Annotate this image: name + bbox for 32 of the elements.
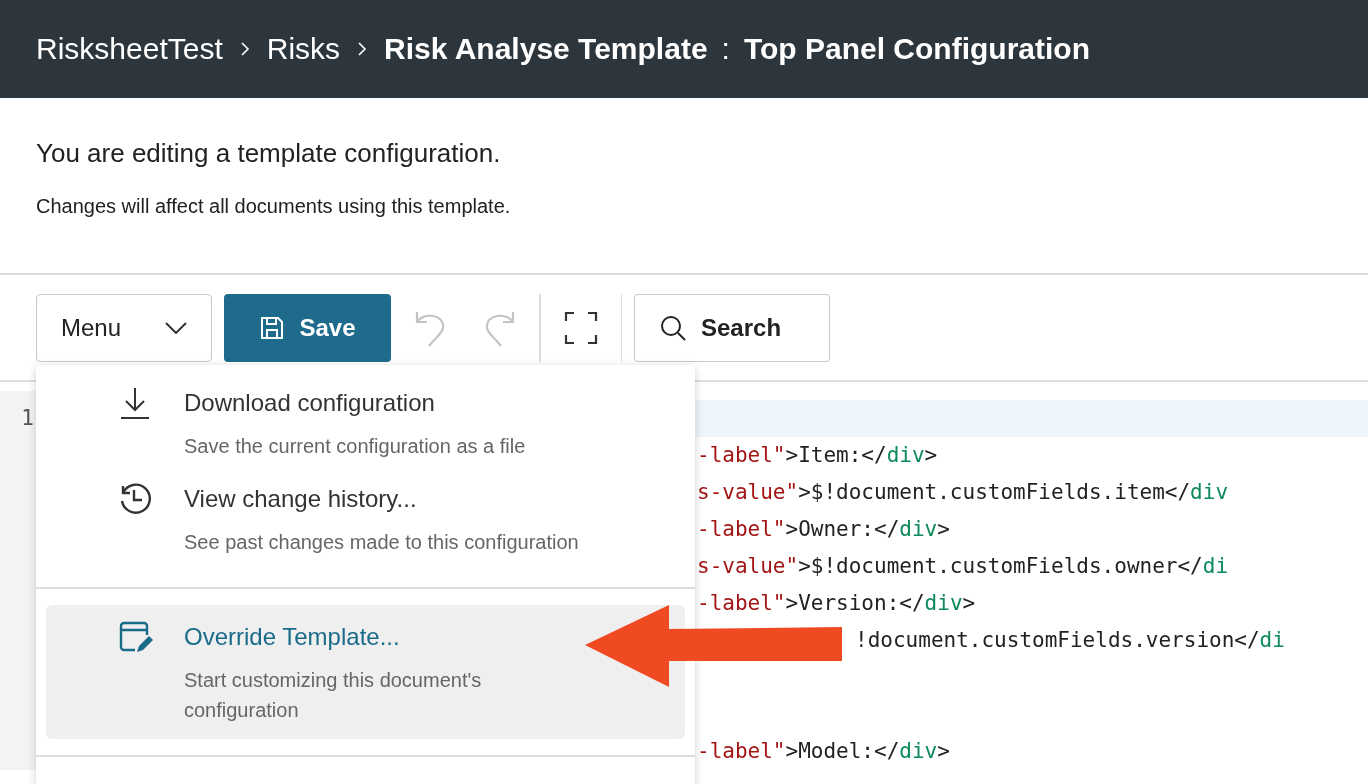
menu-item-description: Start customizing this document's configuration xyxy=(184,668,483,723)
menu-button[interactable]: Menu xyxy=(36,293,212,362)
menu-item[interactable]: Override Template... Start customizing this document's configuration xyxy=(46,605,685,739)
menu-item[interactable]: Download configuration Save the current configuration as a file xyxy=(46,379,685,475)
menu-item-title: View change history... xyxy=(184,485,418,514)
code-line: -label">Owner:</div> xyxy=(697,517,950,541)
menu-item-description: Save the current configuration as a file xyxy=(184,434,527,459)
line-number: 1 xyxy=(21,406,34,430)
edit-window-icon xyxy=(117,619,153,655)
breadcrumb-link[interactable]: Risks xyxy=(266,32,341,66)
code-line: s-value">$!document.customFields.owner</di xyxy=(697,554,1229,578)
menu-item-description: See past changes made to this configuration xyxy=(184,530,580,555)
caret-icon xyxy=(165,321,187,334)
code-line: -label">Model:</div> xyxy=(697,739,950,763)
separator: : xyxy=(721,32,730,66)
notice-title: You are editing a template configuration. xyxy=(36,138,502,169)
save-button[interactable]: Save xyxy=(224,293,391,362)
breadcrumb-link[interactable]: RisksheetTest xyxy=(36,32,223,66)
menu-item-title: Override Template... xyxy=(184,623,401,652)
page-title: Top Panel Configuration xyxy=(743,32,1090,66)
code-line: -label">Version:</div> xyxy=(697,591,976,615)
search-button[interactable]: Search xyxy=(634,293,830,362)
code-line: !document.customFields.version</di xyxy=(855,628,1285,652)
fullscreen-icon xyxy=(563,310,598,345)
search-icon xyxy=(659,313,687,342)
code-line: -label">Item:</div> xyxy=(697,443,938,467)
code-line: s-value">$!document.customFields.item</div xyxy=(697,480,1229,504)
menu-item[interactable]: View change history... See past changes made to this configuration xyxy=(46,475,685,571)
menu-item-title: Download configuration xyxy=(184,389,436,418)
notice-text: Changes will affect all documents using this template. xyxy=(36,195,512,218)
save-icon xyxy=(259,314,286,341)
breadcrumb-current: Risk Analyse Template xyxy=(384,32,708,66)
